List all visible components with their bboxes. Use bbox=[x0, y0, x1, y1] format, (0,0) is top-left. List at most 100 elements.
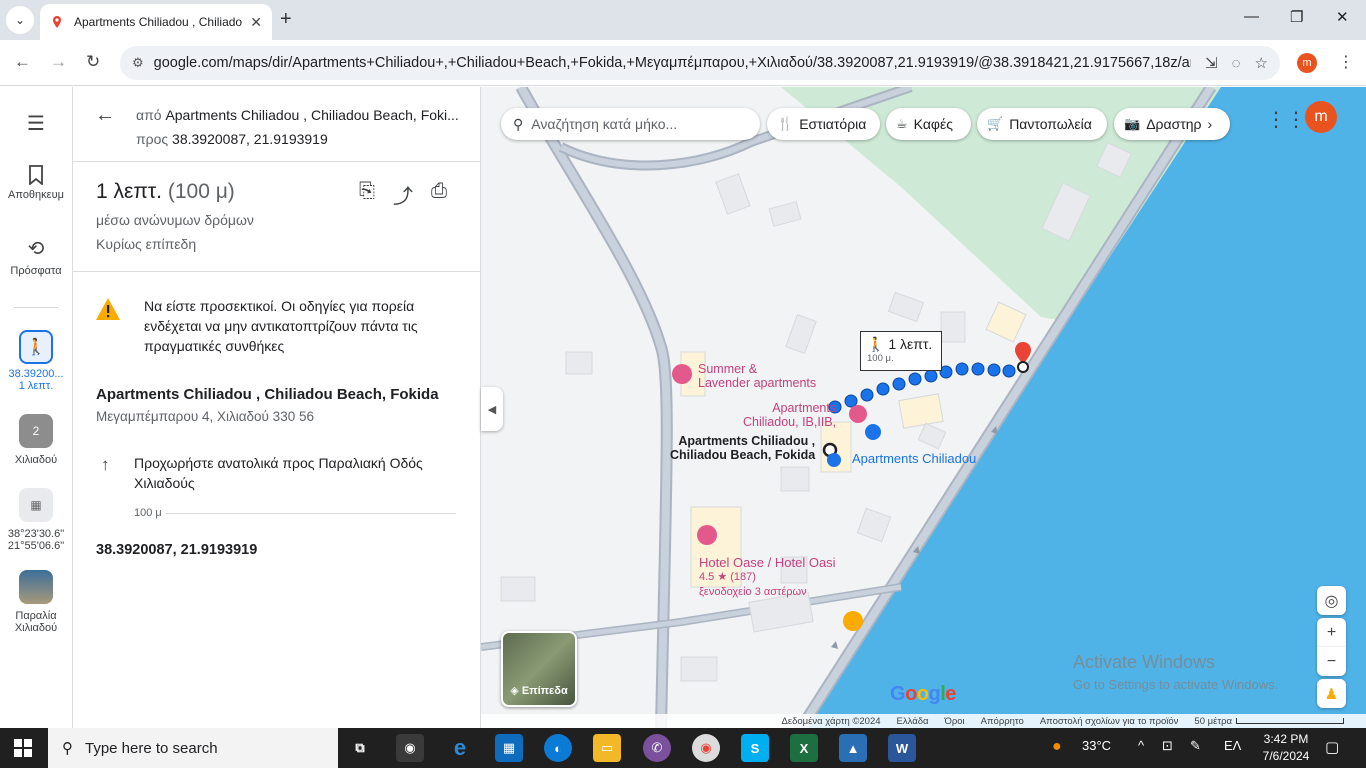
directions-panel: ← από Apartments Chiliadou , Chiliadou B… bbox=[73, 87, 481, 728]
hamburger-menu[interactable]: ☰ bbox=[0, 111, 72, 140]
account-avatar[interactable]: m bbox=[1305, 101, 1337, 133]
rail-item-beach[interactable]: Παραλία Χιλιαδού bbox=[0, 570, 72, 634]
walking-time-callout[interactable]: 🚶 1 λεπτ. 100 μ. bbox=[860, 331, 942, 371]
chip-coffee[interactable]: ☕ Καφές bbox=[886, 108, 971, 140]
footer-map-data[interactable]: Δεδομένα χάρτη ©2024 bbox=[781, 716, 880, 727]
hamburger-icon[interactable]: ☰ bbox=[0, 111, 72, 136]
walking-icon: 🚶 bbox=[19, 330, 53, 364]
weather-icon[interactable]: ● bbox=[1052, 738, 1062, 756]
route-terrain: Κυρίως επίπεδη bbox=[96, 236, 197, 252]
star-icon[interactable]: ☆ bbox=[1255, 54, 1268, 72]
rail-item-walk-route[interactable]: 🚶 38.39200... 1 λεπτ. bbox=[0, 330, 72, 392]
map-canvas[interactable]: Summer & Lavender apartments Apartments … bbox=[481, 87, 1366, 728]
url-text[interactable]: google.com/maps/dir/Apartments+Chiliadou… bbox=[154, 55, 1191, 71]
zoom-in-button[interactable]: + bbox=[1317, 618, 1346, 647]
file-explorer-icon[interactable]: ▭ bbox=[593, 734, 621, 762]
chevron-right-icon[interactable]: › bbox=[1208, 116, 1213, 132]
taskbar-search[interactable]: ⚲ Type here to search bbox=[48, 728, 338, 768]
reload-icon[interactable]: ↻ bbox=[86, 52, 100, 72]
map-search-input[interactable]: ⚲ Αναζήτηση κατά μήκο... bbox=[501, 108, 760, 140]
close-window-icon[interactable]: ✕ bbox=[1336, 8, 1349, 26]
direction-step[interactable]: Προχωρήστε ανατολικά προς Παραλιακή Οδός… bbox=[134, 453, 454, 493]
destination-name[interactable]: 38.3920087, 21.9193919 bbox=[96, 542, 257, 558]
footer-feedback[interactable]: Αποστολή σχολίων για το προϊόν bbox=[1040, 716, 1179, 727]
my-location-button[interactable]: ◎ bbox=[1317, 586, 1346, 615]
windows-start-icon[interactable] bbox=[14, 739, 32, 757]
browser-tab[interactable]: Apartments Chiliadou , Chiliado ✕ bbox=[40, 4, 272, 40]
chip-label: Δραστηρ bbox=[1146, 116, 1202, 132]
rail-label-saved: Αποθηκευμ bbox=[8, 189, 64, 201]
edge-legacy-icon[interactable]: e bbox=[446, 734, 474, 762]
share-icon[interactable]: ⤴ bbox=[393, 180, 413, 209]
menu-icon[interactable]: ⋮ bbox=[1338, 52, 1354, 72]
send-to-phone-icon[interactable]: ⎘ bbox=[359, 180, 375, 209]
site-settings-icon[interactable]: ⚙ bbox=[132, 55, 144, 71]
back-arrow-icon[interactable]: ← bbox=[95, 104, 115, 127]
location-thumbnail: ▦ bbox=[19, 488, 53, 522]
install-app-icon[interactable]: ⇲ bbox=[1205, 54, 1218, 72]
viber-icon[interactable]: ✆ bbox=[643, 734, 671, 762]
tray-chevron-icon[interactable]: ^ bbox=[1138, 738, 1144, 753]
origin-name[interactable]: Apartments Chiliadou , Chiliadou Beach, … bbox=[96, 386, 439, 403]
eye-off-icon[interactable]: ◌ bbox=[1232, 55, 1241, 72]
rail-item-chiliadou[interactable]: 2 Χιλιαδού bbox=[0, 414, 72, 466]
google-maps-icon bbox=[53, 16, 61, 28]
rail-item-coords[interactable]: ▦ 38°23'30.6" 21°55'06.6" bbox=[0, 488, 72, 552]
layers-button[interactable]: ◈ Επίπεδα bbox=[501, 631, 577, 707]
footer-terms[interactable]: Όροι bbox=[945, 716, 965, 727]
rail-walk-line1: 38.39200... bbox=[8, 368, 64, 380]
task-view-icon[interactable]: ⧉ bbox=[346, 734, 374, 762]
print-icon[interactable]: ⎙ bbox=[431, 180, 447, 209]
word-icon[interactable]: W bbox=[888, 734, 916, 762]
input-language[interactable]: ΕΛ bbox=[1224, 738, 1241, 753]
forward-icon[interactable]: → bbox=[50, 52, 67, 72]
temperature[interactable]: 33°C bbox=[1082, 738, 1111, 753]
from-location[interactable]: Apartments Chiliadou , Chiliadou Beach, … bbox=[165, 107, 458, 123]
chrome-icon[interactable]: ◉ bbox=[692, 734, 720, 762]
camera-app-icon[interactable]: ◉ bbox=[396, 734, 424, 762]
footer-privacy[interactable]: Απόρρητο bbox=[981, 716, 1024, 727]
label-summer-lavender[interactable]: Summer & Lavender apartments bbox=[698, 362, 816, 390]
tab-search-button[interactable]: ⌄ bbox=[6, 6, 34, 34]
new-tab-button[interactable]: + bbox=[280, 8, 292, 31]
minimize-icon[interactable]: — bbox=[1244, 8, 1259, 25]
chip-activities[interactable]: 📷 Δραστηρ › bbox=[1114, 108, 1230, 140]
notifications-icon[interactable]: ▢ bbox=[1325, 738, 1339, 756]
rail-item-saved[interactable]: Αποθηκευμ bbox=[0, 165, 72, 201]
back-icon[interactable]: ← bbox=[14, 52, 31, 72]
label-apartments-ib[interactable]: Apartments Chiliadou, IB,IIB, bbox=[743, 401, 836, 429]
excel-icon[interactable]: X bbox=[790, 734, 818, 762]
zoom-out-button[interactable]: − bbox=[1317, 647, 1346, 676]
edge-icon[interactable]: ◐ bbox=[544, 734, 572, 762]
label-origin-apartments[interactable]: Apartments Chiliadou , Chiliadou Beach, … bbox=[670, 434, 815, 462]
map-scale[interactable]: 50 μέτρα bbox=[1194, 716, 1344, 727]
address-bar[interactable]: ⚙ google.com/maps/dir/Apartments+Chiliad… bbox=[120, 46, 1280, 80]
callout-time: 1 λεπτ. bbox=[888, 336, 933, 352]
store-icon[interactable]: ▦ bbox=[495, 734, 523, 762]
profile-avatar[interactable]: m bbox=[1297, 53, 1317, 73]
rail-item-recent[interactable]: ⟲ Πρόσφατα bbox=[0, 236, 72, 277]
rail-beach-line2: Χιλιαδού bbox=[14, 622, 58, 634]
route-actions: ⎘ ⤴ ⎙ bbox=[359, 180, 447, 209]
restore-icon[interactable]: ❐ bbox=[1290, 8, 1303, 26]
skype-icon[interactable]: S bbox=[741, 734, 769, 762]
footer-country[interactable]: Ελλάδα bbox=[897, 716, 929, 727]
activate-title: Activate Windows bbox=[1073, 652, 1216, 672]
to-location[interactable]: 38.3920087, 21.9193919 bbox=[172, 131, 328, 147]
photos-icon[interactable]: ▲ bbox=[839, 734, 867, 762]
route-via: μέσω ανώνυμων δρόμων bbox=[96, 212, 254, 228]
tab-strip: ⌄ Apartments Chiliadou , Chiliado ✕ + — … bbox=[0, 0, 1366, 40]
cafe-pin bbox=[843, 611, 863, 631]
system-clock[interactable]: 3:42 PM 7/6/2024 bbox=[1256, 731, 1316, 765]
chip-groceries[interactable]: 🛒 Παντοπωλεία bbox=[977, 108, 1107, 140]
chip-label: Εστιατόρια bbox=[799, 116, 867, 132]
network-icon[interactable]: ⊡ bbox=[1162, 738, 1173, 754]
label-apartments-chiliadou[interactable]: Apartments Chiliadou bbox=[852, 452, 976, 466]
collapse-panel-button[interactable]: ◀ bbox=[481, 387, 503, 431]
close-icon[interactable]: ✕ bbox=[250, 14, 262, 31]
street-view-pegman[interactable]: ♟ bbox=[1317, 679, 1346, 708]
pen-icon[interactable]: ✎ bbox=[1190, 738, 1201, 754]
label-hotel-oase[interactable]: Hotel Oase / Hotel Oasi bbox=[699, 556, 836, 570]
chip-restaurants[interactable]: 🍴 Εστιατόρια bbox=[767, 108, 880, 140]
google-logo: Google bbox=[890, 683, 956, 705]
